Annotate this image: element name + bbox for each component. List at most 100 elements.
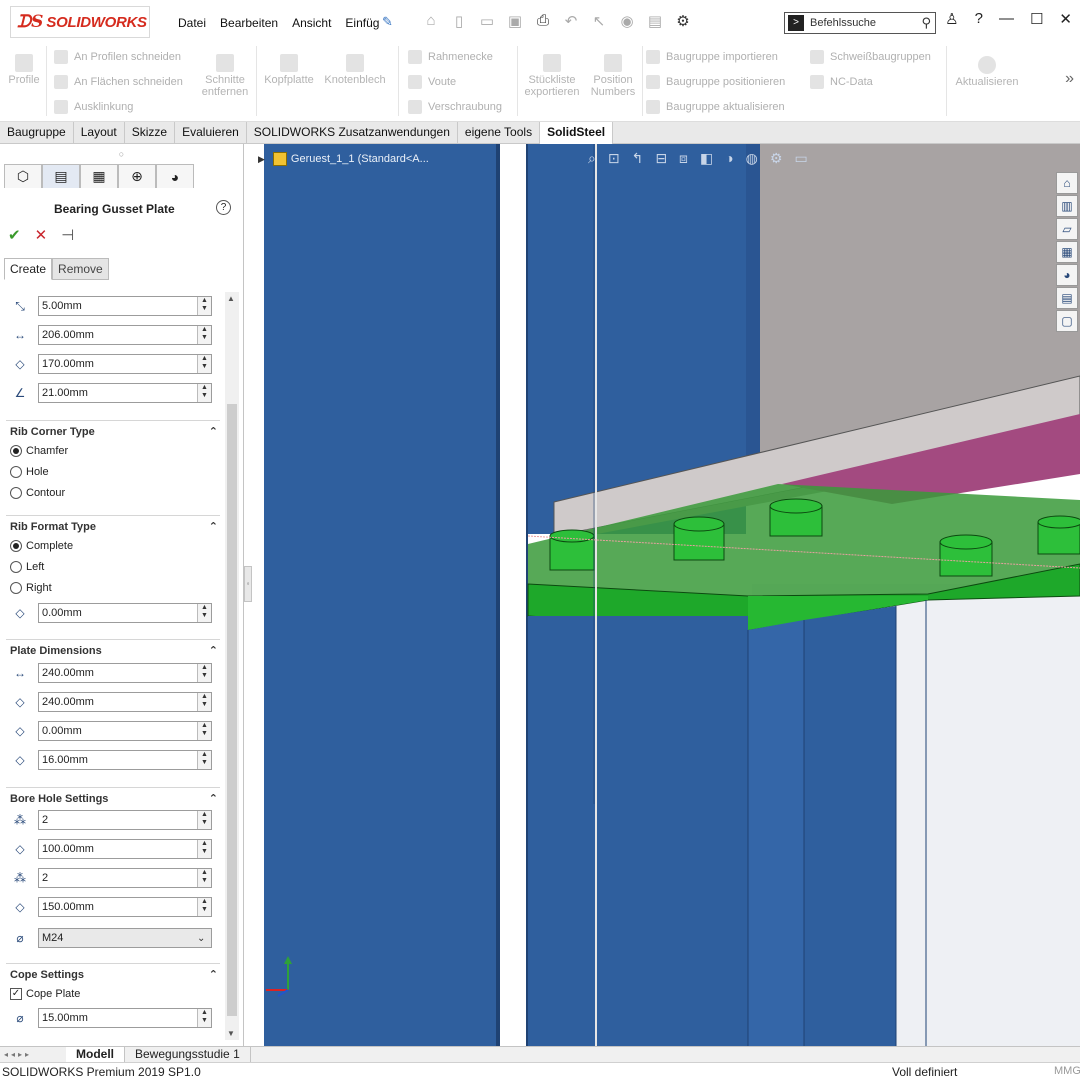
- design-library-icon[interactable]: ▥: [1056, 195, 1078, 217]
- tab-eigene-tools[interactable]: eigene Tools: [458, 122, 541, 144]
- menu-datei[interactable]: Datei: [178, 16, 206, 30]
- ncdata-button[interactable]: NC-Data: [810, 75, 873, 89]
- collapse-caret-icon[interactable]: ⌃: [209, 792, 218, 805]
- pin-menu-icon[interactable]: ✎: [382, 14, 393, 30]
- param-spinbox[interactable]: 2 ▲ ▼: [38, 868, 212, 888]
- help-icon[interactable]: ?: [216, 200, 231, 215]
- collapse-caret-icon[interactable]: ⌃: [209, 425, 218, 438]
- scene-icon[interactable]: ⚙: [770, 150, 783, 167]
- radio-right[interactable]: Right: [10, 582, 52, 594]
- spin-arrows-icon[interactable]: ▲ ▼: [197, 604, 211, 622]
- section-rib-corner[interactable]: Rib Corner Type ⌃: [6, 420, 220, 442]
- home-icon[interactable]: ⌂: [420, 12, 442, 30]
- collapse-caret-icon[interactable]: ⌃: [209, 968, 218, 981]
- tab-bewegungsstudie[interactable]: Bewegungsstudie 1: [125, 1046, 251, 1063]
- forum-icon[interactable]: ▢: [1056, 310, 1078, 332]
- section-rib-format[interactable]: Rib Format Type ⌃: [6, 515, 220, 537]
- spin-arrows-icon[interactable]: ▲ ▼: [197, 384, 211, 402]
- voute-button[interactable]: Voute: [408, 75, 456, 89]
- column-beam[interactable]: [264, 144, 500, 1046]
- position-numbers-button[interactable]: Position Numbers: [588, 54, 638, 98]
- param-spinbox[interactable]: 240.00mm ▲ ▼: [38, 663, 212, 683]
- display-manager-tab-icon[interactable]: ◕: [156, 164, 194, 188]
- rahmenecke-button[interactable]: Rahmenecke: [408, 50, 493, 64]
- spin-arrows-icon[interactable]: ▲ ▼: [197, 751, 211, 769]
- view-orientation-icon[interactable]: ⧈: [679, 150, 688, 167]
- spin-arrows-icon[interactable]: ▲ ▼: [197, 722, 211, 740]
- zoom-fit-icon[interactable]: ⌕: [588, 150, 596, 167]
- schnitte-entfernen-button[interactable]: Schnitte entfernen: [198, 54, 252, 98]
- spin-arrows-icon[interactable]: ▲ ▼: [197, 898, 211, 916]
- maximize-icon[interactable]: ☐: [1030, 10, 1043, 28]
- menu-einfuegen[interactable]: Einfüg: [345, 16, 379, 30]
- tab-remove[interactable]: Remove: [52, 258, 109, 280]
- view-palette-icon[interactable]: ▦: [1056, 241, 1078, 263]
- param-spinbox[interactable]: 240.00mm ▲ ▼: [38, 692, 212, 712]
- tab-scroll-arrows-icon[interactable]: ◂◂▸▸: [0, 1050, 66, 1059]
- expand-triangle-icon[interactable]: ▶: [258, 154, 265, 165]
- param-spinbox[interactable]: 16.00mm ▲ ▼: [38, 750, 212, 770]
- tab-evaluieren[interactable]: Evaluieren: [175, 122, 247, 144]
- save-icon[interactable]: ▣: [504, 12, 526, 30]
- display-style-icon[interactable]: ◧: [700, 150, 713, 167]
- tab-zusatzanwendungen[interactable]: SOLIDWORKS Zusatzanwendungen: [247, 122, 458, 144]
- tab-modell[interactable]: Modell: [66, 1046, 125, 1063]
- kopfplatte-button[interactable]: Kopfplatte: [260, 54, 318, 86]
- param-spinbox[interactable]: 21.00mm ▲ ▼: [38, 383, 212, 403]
- rebuild-icon[interactable]: ◉: [616, 12, 638, 30]
- new-document-icon[interactable]: ▯: [448, 12, 470, 30]
- menu-ansicht[interactable]: Ansicht: [292, 16, 331, 30]
- file-explorer-icon[interactable]: ▱: [1056, 218, 1078, 240]
- ok-check-icon[interactable]: ✔: [8, 226, 21, 244]
- ausklinkung-button[interactable]: Ausklinkung: [54, 100, 133, 114]
- panel-splitter[interactable]: ◦: [244, 566, 252, 602]
- select-arrow-icon[interactable]: ↖: [588, 12, 610, 30]
- radio-complete[interactable]: Complete: [10, 540, 73, 552]
- spin-arrows-icon[interactable]: ▲ ▼: [197, 1009, 211, 1027]
- param-spinbox[interactable]: 15.00mm ▲ ▼: [38, 1008, 212, 1028]
- bg-aktualisieren-button[interactable]: Baugruppe aktualisieren: [646, 100, 785, 114]
- tab-layout[interactable]: Layout: [74, 122, 125, 144]
- spin-arrows-icon[interactable]: ▲ ▼: [197, 664, 211, 682]
- radio-contour[interactable]: Contour: [10, 487, 65, 499]
- hide-show-icon[interactable]: ◑: [725, 150, 733, 167]
- command-search[interactable]: > Befehlssuche ⚲: [784, 12, 936, 34]
- profile-button[interactable]: Profile: [6, 54, 42, 86]
- configuration-manager-tab-icon[interactable]: ▦: [80, 164, 118, 188]
- bolt-size-select[interactable]: M24 ⌄: [38, 928, 212, 948]
- spin-arrows-icon[interactable]: ▲ ▼: [197, 326, 211, 344]
- radio-chamfer[interactable]: Chamfer: [10, 445, 68, 457]
- collapse-caret-icon[interactable]: ⌃: [209, 520, 218, 533]
- spin-arrows-icon[interactable]: ▲ ▼: [197, 297, 211, 315]
- panel-scrollbar[interactable]: ▲ ▼: [225, 292, 239, 1040]
- an-flaechen-button[interactable]: An Flächen schneiden: [54, 75, 183, 89]
- appearances-icon[interactable]: ◕: [1056, 264, 1078, 286]
- param-spinbox[interactable]: 150.00mm ▲ ▼: [38, 897, 212, 917]
- stueckliste-button[interactable]: Stückliste exportieren: [522, 54, 582, 98]
- radio-left[interactable]: Left: [10, 561, 44, 573]
- param-spinbox[interactable]: 100.00mm ▲ ▼: [38, 839, 212, 859]
- pushpin-icon[interactable]: ⊣: [61, 226, 74, 244]
- options-gear-icon[interactable]: ⚙: [672, 12, 694, 30]
- panel-grip[interactable]: ○: [0, 144, 243, 164]
- param-spinbox[interactable]: 5.00mm ▲ ▼: [38, 296, 212, 316]
- section-plate-dimensions[interactable]: Plate Dimensions ⌃: [6, 639, 220, 661]
- print-icon[interactable]: ⎙: [532, 12, 554, 30]
- spin-arrows-icon[interactable]: ▲ ▼: [197, 811, 211, 829]
- feature-tree-flyout[interactable]: ▶ Geruest_1_1 (Standard<A...: [258, 152, 429, 166]
- param-spinbox[interactable]: 0.00mm ▲ ▼: [38, 721, 212, 741]
- section-view-icon[interactable]: ⊟: [655, 150, 667, 167]
- spin-arrows-icon[interactable]: ▲ ▼: [197, 693, 211, 711]
- ribbon-overflow-icon[interactable]: »: [1065, 70, 1074, 88]
- section-cope[interactable]: Cope Settings ⌃: [6, 963, 220, 985]
- param-spinbox[interactable]: 170.00mm ▲ ▼: [38, 354, 212, 374]
- spin-arrows-icon[interactable]: ▲ ▼: [197, 869, 211, 887]
- user-icon[interactable]: ♙: [945, 10, 958, 28]
- solidworks-logo[interactable]: ᗪS SOLIDWORKS: [10, 6, 150, 38]
- file-properties-icon[interactable]: ▤: [644, 12, 666, 30]
- spin-arrows-icon[interactable]: ▲ ▼: [197, 840, 211, 858]
- dimxpert-tab-icon[interactable]: ⊕: [118, 164, 156, 188]
- open-folder-icon[interactable]: ▭: [476, 12, 498, 30]
- scroll-thumb[interactable]: [227, 404, 237, 1016]
- feature-manager-tab-icon[interactable]: ⬡: [4, 164, 42, 188]
